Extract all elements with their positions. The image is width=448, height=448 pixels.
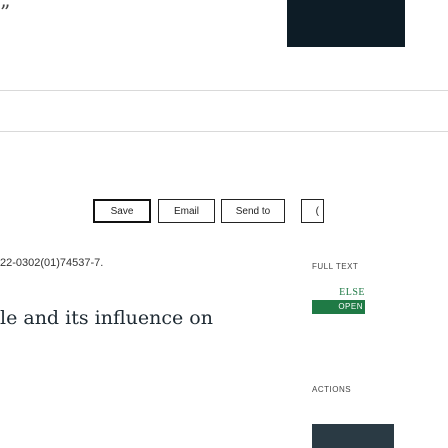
elsevier-logo-text: ELSE bbox=[339, 287, 365, 298]
page-title: le and its influence on bbox=[0, 307, 213, 329]
send-to-button[interactable]: Send to bbox=[221, 199, 285, 223]
elsevier-full-text-link[interactable]: ELSE OPEN bbox=[312, 287, 365, 317]
actions-button[interactable] bbox=[312, 424, 394, 448]
article-page: ” Save Email Send to ( 22-0302(01)74537-… bbox=[0, 0, 448, 448]
cite-button[interactable]: ( bbox=[301, 199, 324, 223]
divider bbox=[0, 131, 448, 132]
full-text-heading: FULL TEXT bbox=[312, 262, 359, 271]
save-button[interactable]: Save bbox=[93, 199, 151, 223]
doi-text: 22-0302(01)74537-7. bbox=[0, 257, 104, 269]
email-button[interactable]: Email bbox=[158, 199, 215, 223]
actions-heading: ACTIONS bbox=[312, 385, 352, 394]
divider bbox=[0, 90, 448, 91]
open-access-label: OPEN bbox=[312, 300, 365, 314]
thumbnail-banner[interactable] bbox=[287, 0, 405, 47]
quote-glyph: ” bbox=[0, 0, 11, 24]
